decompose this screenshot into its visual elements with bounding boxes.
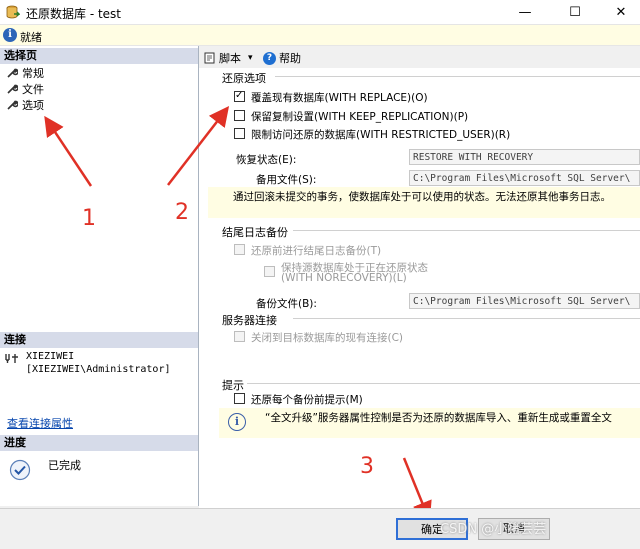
overwrite-label: 覆盖现有数据库(WITH REPLACE)(O) [251,92,428,104]
divider [293,230,640,231]
progress-header: 进度 [0,435,198,451]
backup-file-field[interactable]: C:\Program Files\Microsoft SQL Server\ [409,293,640,309]
prompt-each-backup-checkbox[interactable] [234,393,245,404]
recovery-state-label: 恢复状态(E): [236,154,297,166]
annotation-number-3: 3 [360,454,374,479]
watermark: CSDN @小猪芸芸 [440,522,547,537]
divider [247,383,640,384]
window-title: 还原数据库 - test [26,7,122,21]
wrench-icon [7,84,18,94]
minimize-button[interactable]: — [502,0,548,24]
info-icon: i [228,413,246,431]
norecovery-label-line2: (WITH NORECOVERY)(L) [281,272,407,284]
overwrite-checkbox[interactable] [234,90,245,102]
title-bar: 还原数据库 - test — ☐ ✕ [0,0,640,25]
close-connections-checkbox[interactable] [234,331,245,342]
restore-options-header: 还原选项 [222,72,266,85]
standby-file-label: 备用文件(S): [256,174,317,186]
info-icon: i [3,28,17,42]
divider [293,318,640,319]
restricted-user-label: 限制访问还原的数据库(WITH RESTRICTED_USER)(R) [251,129,511,141]
completed-check-icon [9,459,31,481]
database-restore-icon [6,5,20,19]
prompt-header: 提示 [222,379,244,392]
standby-file-field[interactable]: C:\Program Files\Microsoft SQL Server\ [409,170,640,186]
view-connection-properties-link[interactable]: 查看连接属性 [7,415,73,431]
progress-status: 已完成 [48,459,81,472]
tail-log-backup-checkbox[interactable] [234,244,245,255]
page-item-files[interactable]: 文件 [6,81,44,97]
script-icon [204,52,215,64]
select-page-header: 选择页 [0,48,198,64]
keep-replication-checkbox[interactable] [234,110,245,121]
server-connections-header: 服务器连接 [222,314,277,327]
keep-replication-label: 保留复制设置(WITH KEEP_REPLICATION)(P) [251,111,469,123]
annotation-number-2: 2 [175,200,189,225]
connection-header: 连接 [0,332,198,348]
toolbar: 脚本 ▾ ? 帮助 [199,46,640,68]
status-bar: i 就绪 [0,25,640,46]
page-item-options[interactable]: 选项 [6,97,44,113]
backup-file-label: 备份文件(B): [256,298,317,310]
close-connections-label: 关闭到目标数据库的现有连接(C) [251,332,404,344]
tail-log-backup-label: 还原前进行结尾日志备份(T) [251,245,382,257]
help-icon: ? [263,51,276,65]
close-button[interactable]: ✕ [598,0,640,24]
maximize-button[interactable]: ☐ [552,0,598,24]
connection-icon [5,354,18,363]
tail-log-header: 结尾日志备份 [222,226,288,239]
wrench-icon [7,68,18,78]
chevron-down-icon[interactable]: ▾ [248,53,253,63]
status-text: 就绪 [20,31,42,44]
script-label: 脚本 [219,52,241,65]
norecovery-checkbox[interactable] [264,266,275,277]
fulltext-note: “全文升级”服务器属性控制是否为还原的数据库导入、重新生成或重置全文 [265,412,612,424]
fulltext-note-box: i “全文升级”服务器属性控制是否为还原的数据库导入、重新生成或重置全文 [219,408,640,438]
script-button[interactable]: 脚本 ▾ [204,50,253,66]
connection-server: XIEZIWEI [26,351,75,362]
left-panel: 选择页 常规 文件 选项 连接 XIEZIWEI [XIEZIWEI\Admin… [0,46,199,506]
wrench-icon [7,100,18,110]
recovery-note: 通过回滚未提交的事务，使数据库处于可以使用的状态。无法还原其他事务日志。 [233,191,611,203]
annotation-number-1: 1 [82,206,96,231]
page-item-label: 选项 [22,99,44,112]
recovery-state-select[interactable]: RESTORE WITH RECOVERY [409,149,640,165]
restricted-user-checkbox[interactable] [234,128,245,139]
options-panel: 还原选项 覆盖现有数据库(WITH REPLACE)(O) 保留复制设置(WIT… [199,68,640,508]
help-label: 帮助 [279,52,301,65]
page-item-label: 文件 [22,83,44,96]
prompt-each-backup-label: 还原每个备份前提示(M) [251,394,363,406]
page-item-label: 常规 [22,67,44,80]
recovery-note-box: 通过回滚未提交的事务，使数据库处于可以使用的状态。无法还原其他事务日志。 [208,187,640,218]
help-button[interactable]: ? 帮助 [263,50,301,66]
page-item-general[interactable]: 常规 [6,65,44,81]
connection-user: [XIEZIWEI\Administrator] [26,364,171,375]
divider [275,76,640,77]
